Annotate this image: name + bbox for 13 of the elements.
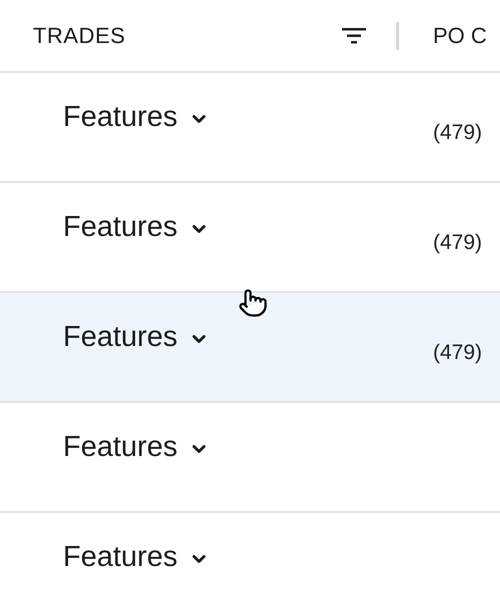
trade-name: Features	[63, 320, 178, 355]
trade-name: Features	[63, 100, 178, 135]
column-header: TRADES	[33, 22, 126, 50]
trade-name: Features	[63, 210, 178, 245]
column-header: PO C	[433, 22, 487, 50]
table-cell-text: (479)	[433, 340, 482, 363]
trade-name: Features	[63, 430, 178, 465]
hand-cursor-icon	[238, 288, 268, 318]
table-row[interactable]: Features (479)	[0, 293, 500, 403]
table-cell-text: (479)	[433, 120, 482, 143]
filter-icon[interactable]	[342, 28, 366, 44]
table-cell-text: (479)	[433, 230, 482, 253]
trade-name: Features	[63, 540, 178, 575]
